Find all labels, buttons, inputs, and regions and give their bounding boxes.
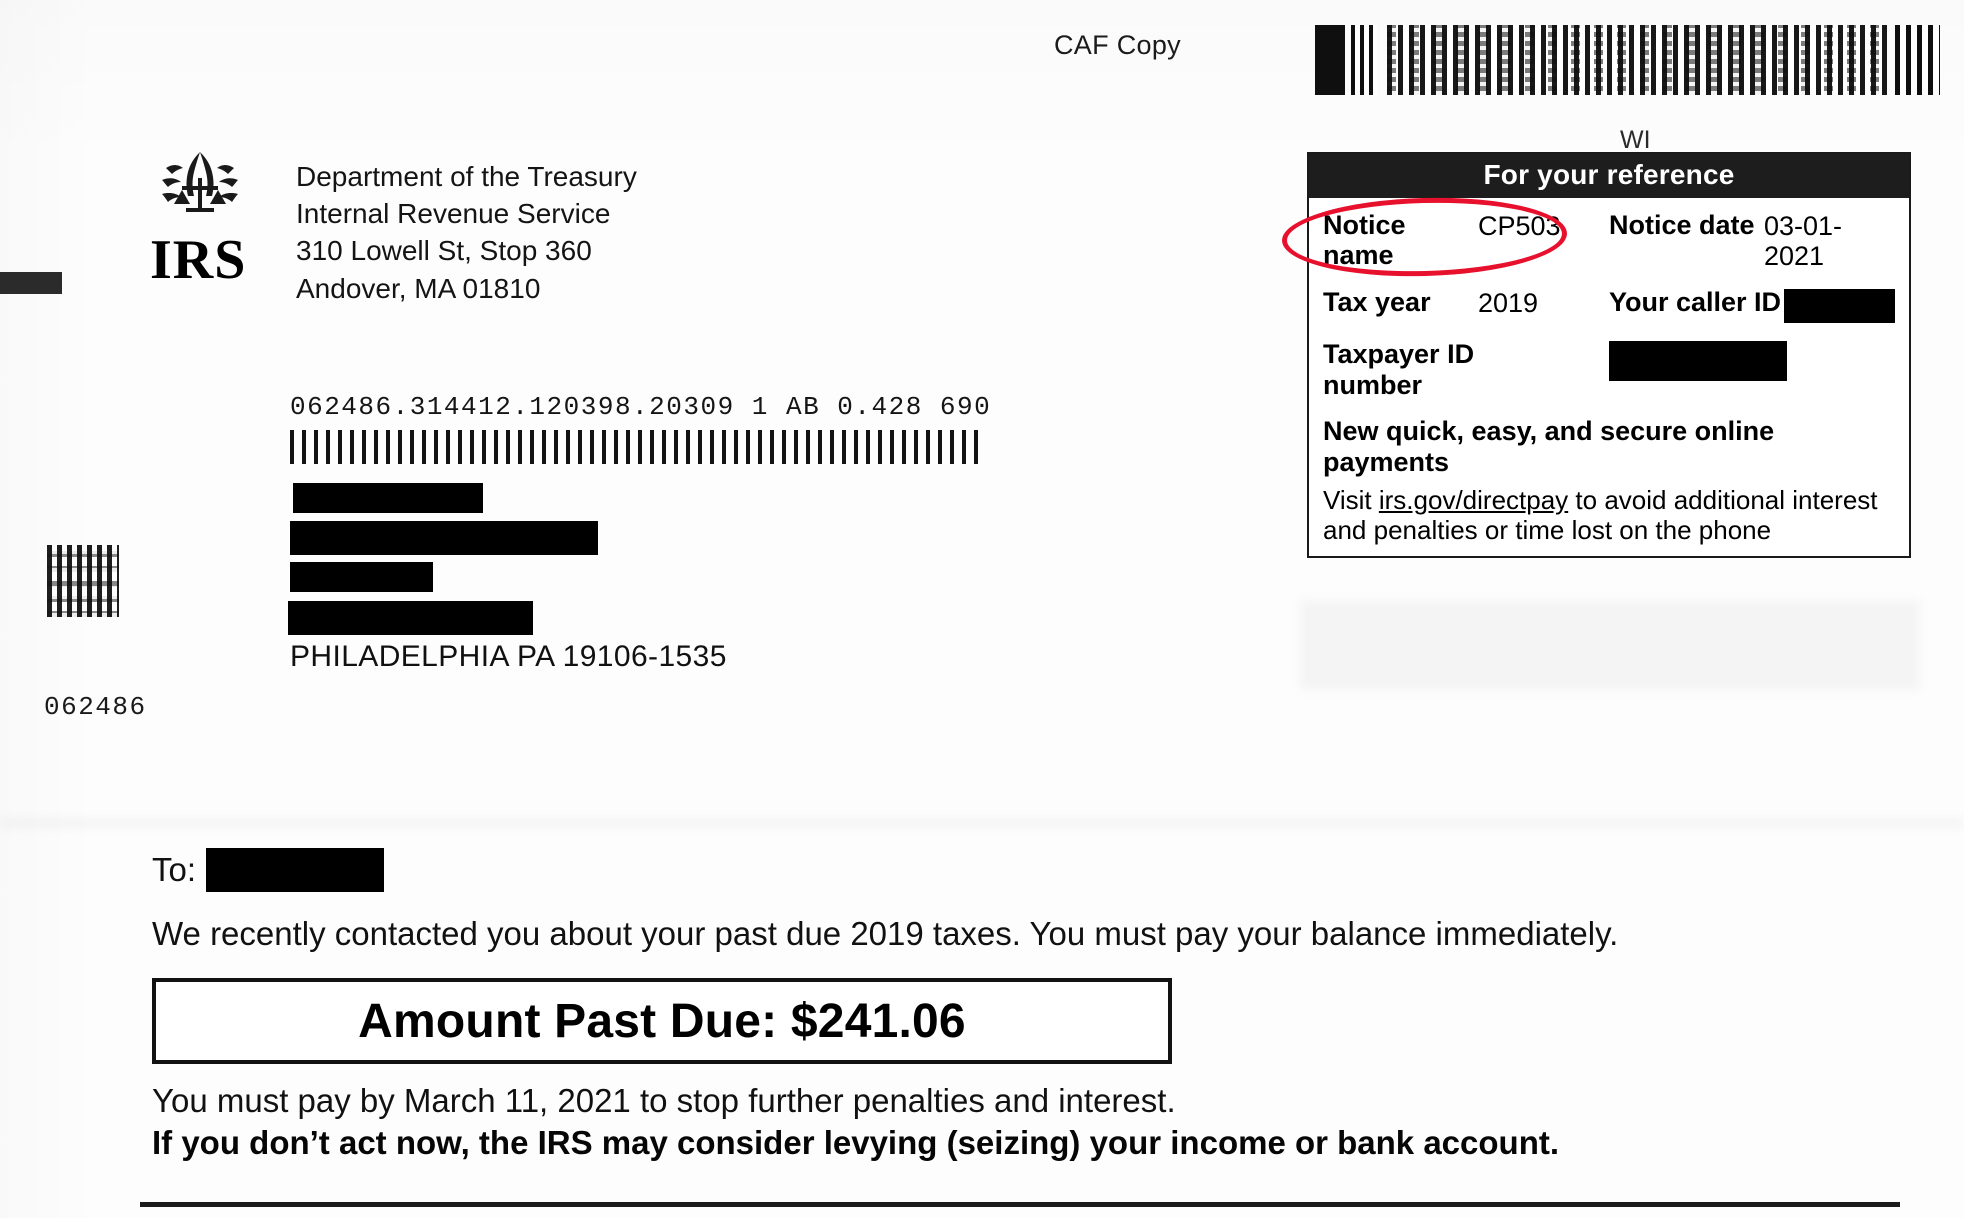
notice-date-label: Notice date (1609, 210, 1755, 240)
scan-registration-mark (0, 272, 62, 294)
irs-eagle-scales-seal-icon (162, 152, 238, 212)
directpay-link[interactable]: irs.gov/directpay (1379, 485, 1568, 515)
recipient-redaction (288, 601, 533, 635)
reference-row-taxpayer-id: Taxpayer ID number (1323, 339, 1895, 400)
intro-paragraph: We recently contacted you about your pas… (152, 915, 1619, 952)
irs-notice-page: CAF Copy WI For your reference Notice na… (0, 0, 1964, 1218)
caller-id-redaction (1784, 289, 1895, 324)
reference-cell-tax-year: Tax year 2019 (1323, 287, 1609, 318)
reference-cell-notice-date: Notice date 03-01-2021 (1609, 210, 1895, 271)
amount-past-due-text: Amount Past Due: $241.06 (358, 994, 966, 1048)
tax-year-value: 2019 (1478, 288, 1539, 319)
levy-warning-line: If you don’t act now, the IRS may consid… (152, 1124, 1560, 1161)
reference-row-notice: Notice name CP503 Notice date 03-01-2021 (1323, 210, 1895, 271)
barcode-start-block (1315, 25, 1345, 95)
reference-cell-notice-name: Notice name CP503 (1323, 210, 1609, 270)
irs-wordmark: IRS (150, 229, 247, 291)
online-payments-heading: New quick, easy, and secure online payme… (1323, 415, 1775, 478)
recipient-redaction (290, 562, 433, 592)
margin-code: 062486 (44, 692, 147, 722)
taxpayer-id-label: Taxpayer ID number (1323, 339, 1475, 400)
mail-tracking-line: 062486.314412.120398.20309 1 AB 0.428 69… (290, 392, 992, 422)
pdf417-barcode (1315, 25, 1940, 95)
scan-smudge (1300, 600, 1920, 690)
reference-cell-taxpayer-id-value (1609, 339, 1895, 382)
notice-date-value: 03-01-2021 (1764, 211, 1843, 272)
recipient-city-state-zip: PHILADELPHIA PA 19106-1535 (290, 640, 727, 673)
notice-name-value: CP503 (1478, 211, 1561, 241)
pay-by-line: You must pay by March 11, 2021 to stop f… (152, 1082, 1176, 1119)
section-divider (140, 1202, 1900, 1207)
region-code-label: WI (1620, 126, 1651, 154)
reference-box-header: For your reference (1309, 154, 1909, 198)
barcode-matrix (1387, 25, 1887, 95)
caf-copy-marking: CAF Copy (1054, 30, 1181, 60)
intelligent-mail-barcode (290, 430, 980, 464)
recipient-redaction (293, 483, 483, 513)
to-line: To: (152, 848, 385, 892)
treasury-line: Andover, MA 01810 (296, 272, 541, 304)
barcode-stop-bars (1895, 25, 1940, 95)
reference-row-tax-year: Tax year 2019 Your caller ID (1323, 287, 1895, 324)
amount-past-due-box: Amount Past Due: $241.06 (152, 978, 1172, 1064)
reference-cell-taxpayer-id: Taxpayer ID number (1323, 339, 1609, 399)
treasury-line: Department of the Treasury (296, 161, 637, 192)
taxpayer-id-redaction (1609, 341, 1787, 382)
reference-cell-caller-id: Your caller ID (1609, 287, 1895, 324)
datamatrix-code (47, 545, 119, 617)
tax-year-label: Tax year (1323, 287, 1431, 318)
treasury-address-block: Department of the Treasury Internal Reve… (296, 158, 637, 307)
notice-name-label: Notice name (1323, 210, 1406, 271)
barcode-guard-bars (1351, 25, 1377, 95)
treasury-line: 310 Lowell St, Stop 360 (296, 235, 592, 267)
treasury-line: Internal Revenue Service (296, 198, 611, 230)
for-your-reference-box: For your reference Notice name CP503 Not… (1307, 152, 1911, 558)
to-label: To: (152, 851, 197, 888)
promo-prefix: Visit (1323, 484, 1379, 515)
reference-box-body: Notice name CP503 Notice date 03-01-2021… (1309, 198, 1909, 556)
caller-id-label: Your caller ID (1609, 287, 1782, 318)
to-redaction (206, 848, 385, 892)
online-payments-text: Visit irs.gov/directpay to avoid additio… (1323, 485, 1895, 546)
scan-smudge (0, 818, 1964, 828)
recipient-redaction (290, 521, 598, 555)
